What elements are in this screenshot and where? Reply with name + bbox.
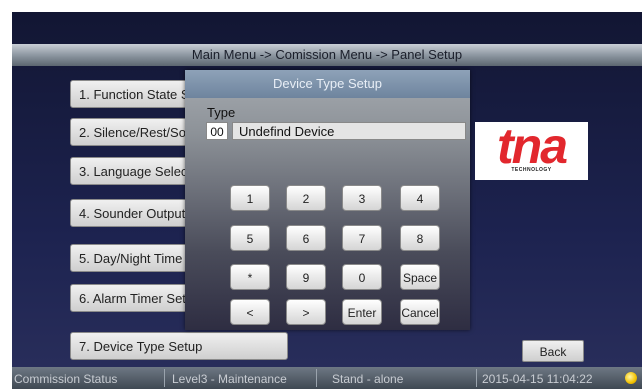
dialog-title: Device Type Setup bbox=[185, 70, 470, 98]
key-7[interactable]: 7 bbox=[342, 225, 382, 251]
status-divider bbox=[476, 369, 477, 387]
panel-screen: Main Menu -> Comission Menu -> Panel Set… bbox=[12, 12, 642, 389]
type-code-field[interactable]: 00 bbox=[206, 122, 228, 140]
key-right-arrow[interactable]: > bbox=[286, 299, 326, 325]
device-type-dialog: Device Type Setup Type 00 Undefind Devic… bbox=[185, 70, 470, 330]
key-9[interactable]: 9 bbox=[286, 264, 326, 290]
type-name-field: Undefind Device bbox=[232, 122, 466, 140]
key-asterisk[interactable]: * bbox=[230, 264, 270, 290]
status-divider bbox=[316, 369, 317, 387]
breadcrumb: Main Menu -> Comission Menu -> Panel Set… bbox=[12, 44, 642, 66]
key-0[interactable]: 0 bbox=[342, 264, 382, 290]
display-bezel: Main Menu -> Comission Menu -> Panel Set… bbox=[0, 0, 642, 389]
key-3[interactable]: 3 bbox=[342, 185, 382, 211]
status-divider bbox=[164, 369, 165, 387]
key-cancel[interactable]: Cancel bbox=[400, 299, 440, 325]
back-button[interactable]: Back bbox=[522, 340, 584, 362]
key-space[interactable]: Space bbox=[400, 264, 440, 290]
key-2[interactable]: 2 bbox=[286, 185, 326, 211]
type-label: Type bbox=[207, 105, 236, 120]
menu-item-device-type[interactable]: 7. Device Type Setup bbox=[70, 332, 288, 360]
key-enter[interactable]: Enter bbox=[342, 299, 382, 325]
status-bar: Commission Status Level3 - Maintenance S… bbox=[12, 367, 642, 389]
status-indicator-icon bbox=[625, 372, 637, 384]
status-mode: Commission Status bbox=[14, 372, 118, 386]
status-datetime: 2015-04-15 11:04:22 bbox=[482, 372, 593, 386]
logo-wordmark: tna bbox=[497, 118, 568, 174]
key-4[interactable]: 4 bbox=[400, 185, 440, 211]
logo-subtext: TECHNOLOGY bbox=[511, 167, 552, 173]
brand-logo: tna TECHNOLOGY bbox=[475, 118, 588, 180]
key-6[interactable]: 6 bbox=[286, 225, 326, 251]
key-left-arrow[interactable]: < bbox=[230, 299, 270, 325]
key-8[interactable]: 8 bbox=[400, 225, 440, 251]
key-1[interactable]: 1 bbox=[230, 185, 270, 211]
status-network-mode: Stand - alone bbox=[332, 372, 404, 386]
key-5[interactable]: 5 bbox=[230, 225, 270, 251]
status-access-level: Level3 - Maintenance bbox=[172, 372, 287, 386]
